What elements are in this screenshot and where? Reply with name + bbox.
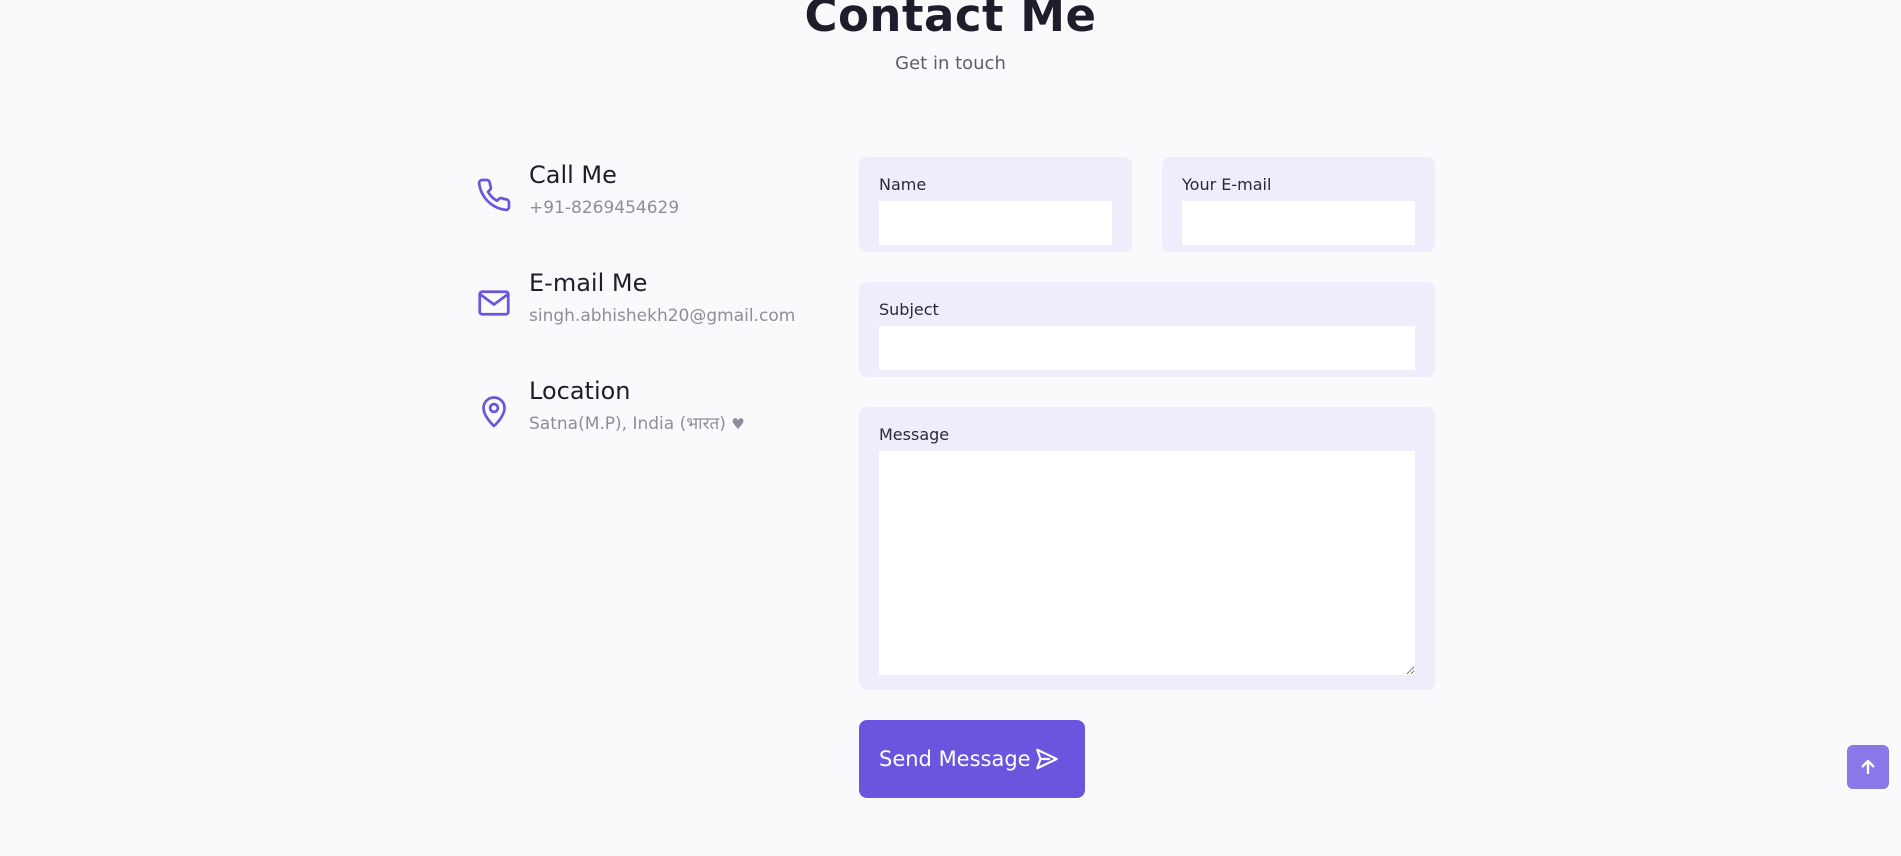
phone-number: +91-8269454629 <box>529 198 680 218</box>
subject-field-group: Subject <box>859 282 1435 377</box>
location-value: Satna(M.P), India (भारत) ♥ <box>529 412 745 436</box>
contact-item-title: Location <box>529 377 631 405</box>
contact-item-title: E-mail Me <box>529 269 648 297</box>
email-label: Your E-mail <box>1182 175 1272 194</box>
name-input[interactable] <box>879 201 1112 245</box>
email-field-group: Your E-mail <box>1162 157 1435 252</box>
subject-input[interactable] <box>879 326 1415 370</box>
contact-item-phone: Call Me +91-8269454629 <box>476 159 816 239</box>
arrow-up-icon <box>1861 759 1875 775</box>
contact-item-email: E-mail Me singh.abhishekh20@gmail.com <box>476 267 816 347</box>
map-pin-icon <box>476 393 512 429</box>
message-textarea[interactable] <box>879 451 1415 675</box>
email-address: singh.abhishekh20@gmail.com <box>529 306 796 326</box>
phone-icon <box>476 177 512 213</box>
send-icon <box>1034 746 1060 772</box>
contact-item-title: Call Me <box>529 161 617 189</box>
location-text: Satna(M.P), India (भारत) <box>529 414 726 434</box>
email-input[interactable] <box>1182 201 1415 245</box>
page-title: Contact Me <box>804 0 1097 42</box>
send-message-label: Send Message <box>879 747 1031 771</box>
mail-icon <box>476 285 512 321</box>
contact-item-location: Location Satna(M.P), India (भारत) ♥ <box>476 375 816 455</box>
send-message-button[interactable]: Send Message <box>859 720 1085 798</box>
subject-label: Subject <box>879 300 939 319</box>
message-field-group: Message <box>859 407 1435 690</box>
scroll-to-top-button[interactable] <box>1847 745 1889 789</box>
name-label: Name <box>879 175 927 194</box>
page-subtitle: Get in touch <box>895 53 1006 74</box>
message-label: Message <box>879 425 950 444</box>
name-field-group: Name <box>859 157 1132 252</box>
heart-icon: ♥ <box>731 415 745 433</box>
